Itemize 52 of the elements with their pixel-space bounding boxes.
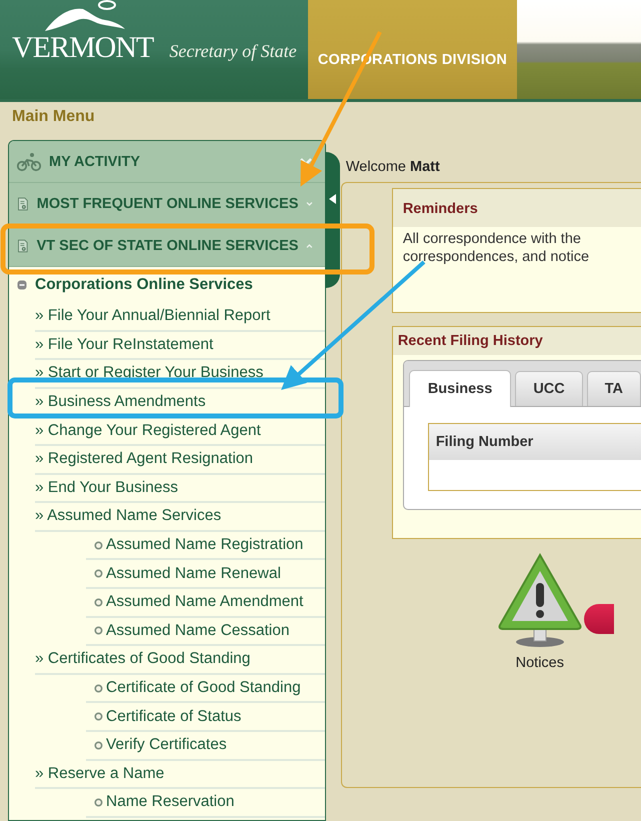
notices-label: Notices xyxy=(516,655,564,671)
warning-sign-icon[interactable] xyxy=(496,551,584,647)
accordion-header[interactable]: MOST FREQUENT ONLINE SERVICES xyxy=(9,183,326,225)
menu-link[interactable]: » Certificates of Good Standing xyxy=(35,650,250,668)
column-header: Filing Number xyxy=(436,434,534,450)
section-label: MOST FREQUENT ONLINE SERVICES xyxy=(36,196,298,212)
submenu-link[interactable]: Name Reservation xyxy=(106,793,234,812)
menu-link[interactable]: » Reserve a Name xyxy=(35,764,164,783)
card-title: Recent Filing History xyxy=(398,333,543,349)
triangle-left-icon xyxy=(329,194,336,204)
cyclist-icon xyxy=(17,152,41,172)
tab[interactable]: UCC xyxy=(515,371,583,406)
welcome-text: Welcome Matt xyxy=(346,159,440,175)
circle-bullet-icon xyxy=(94,569,103,578)
submenu-link[interactable]: Assumed Name Amendment xyxy=(106,593,304,612)
menu-link[interactable]: » Start or Register Your Business xyxy=(35,364,264,382)
submenu-link[interactable]: Assumed Name Renewal xyxy=(106,564,281,583)
circle-bullet-icon xyxy=(94,712,103,722)
office-name: Secretary of State xyxy=(169,42,297,63)
tab[interactable]: TA xyxy=(586,371,641,406)
state-name: VERMONT xyxy=(12,33,154,63)
division-title: CORPORATIONS DIVISION xyxy=(318,52,508,68)
tab[interactable]: Business xyxy=(408,370,512,407)
submenu-link[interactable]: Certificate of Good Standing xyxy=(106,679,301,698)
category-title: Corporations Online Services xyxy=(35,276,253,294)
collapse-icon[interactable] xyxy=(17,280,27,290)
collapse-tab[interactable] xyxy=(325,152,340,288)
menu-link[interactable]: » End Your Business xyxy=(35,478,178,497)
circle-bullet-icon xyxy=(94,740,103,750)
section-label: MY ACTIVITY xyxy=(49,154,142,170)
circle-bullet-icon xyxy=(94,626,103,636)
submenu-link[interactable]: Assumed Name Cessation xyxy=(106,622,290,640)
circle-bullet-icon xyxy=(94,798,103,807)
notification-badge[interactable] xyxy=(584,604,614,634)
submenu-link[interactable]: Assumed Name Registration xyxy=(106,536,304,554)
menu-link[interactable]: » Assumed Name Services xyxy=(35,507,222,526)
menu-link[interactable]: » File Your ReInstatement xyxy=(35,336,214,354)
menu-link[interactable]: » Registered Agent Resignation xyxy=(35,450,254,468)
section-label: VT SEC OF STATE ONLINE SERVICES xyxy=(36,238,298,254)
menu-link[interactable]: » Business Amendments xyxy=(35,393,206,412)
circle-bullet-icon xyxy=(94,684,103,693)
circle-bullet-icon xyxy=(94,540,103,550)
submenu-link[interactable]: Certificate of Status xyxy=(106,708,242,726)
card-title: Reminders xyxy=(402,201,478,217)
chevron-down-icon xyxy=(299,156,314,166)
reminder-text: All correspondence with the correspondences, and notice xyxy=(402,230,590,266)
circle-bullet-icon xyxy=(94,598,103,607)
submenu-link[interactable]: Verify Certificates xyxy=(106,736,227,754)
menu-link[interactable]: » File Your Annual/Biennial Report xyxy=(35,307,270,326)
main-menu-title: Main Menu xyxy=(12,108,95,126)
menu-link[interactable]: » Change Your Registered Agent xyxy=(35,422,261,440)
accordion-header[interactable]: MY ACTIVITY xyxy=(9,141,326,183)
